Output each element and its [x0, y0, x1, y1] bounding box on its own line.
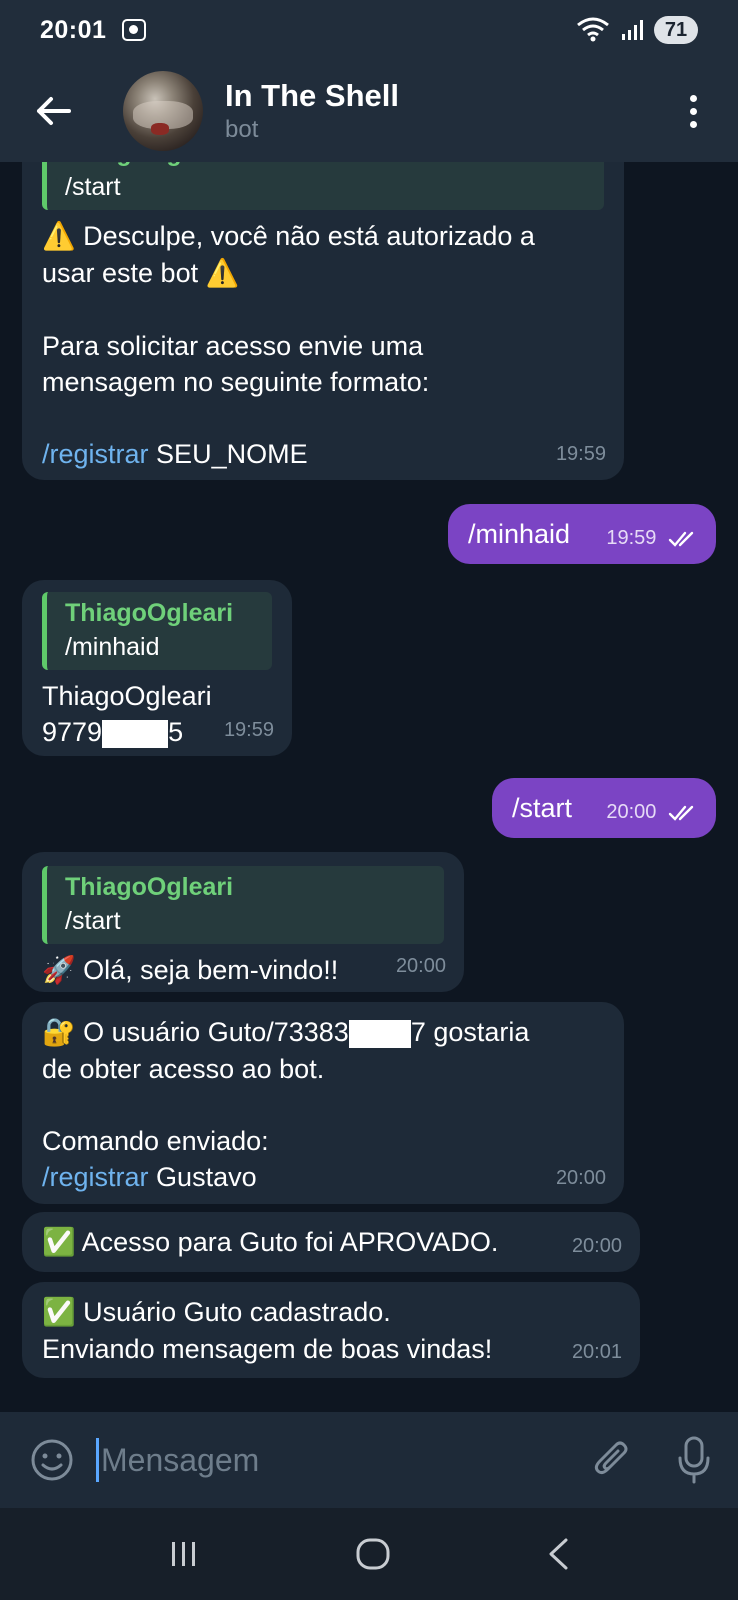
- command-link[interactable]: /registrar: [42, 1162, 149, 1192]
- microphone-icon[interactable]: [676, 1436, 712, 1484]
- reply-author: ThiagoOgleari: [65, 873, 234, 901]
- rocket-icon: 🚀: [42, 955, 76, 986]
- warning-icon: ⚠️: [205, 258, 240, 289]
- message-text: usar este bot: [42, 258, 199, 288]
- chat-subtitle: bot: [225, 116, 259, 143]
- battery-indicator: 71: [654, 16, 698, 44]
- redaction-block: [348, 1019, 411, 1048]
- message-bubble[interactable]: ThiagoOgleari /start 🚀 Olá, seja bem-vin…: [22, 852, 464, 992]
- message-time: 20:00: [571, 1235, 622, 1257]
- message-input[interactable]: Mensagem: [101, 1442, 259, 1479]
- message-text: SEU_NOME: [156, 439, 308, 469]
- status-right: 71: [576, 16, 698, 44]
- input-actions: [592, 1436, 712, 1484]
- message-text: Comando enviado:: [42, 1126, 269, 1156]
- message-time: 19:59: [223, 719, 274, 741]
- message-text: 5: [168, 717, 184, 747]
- smiley-icon[interactable]: [30, 1438, 74, 1482]
- text-cursor: [96, 1438, 99, 1482]
- message-text: 7 gostaria: [410, 1017, 530, 1047]
- home-icon[interactable]: [355, 1537, 391, 1571]
- lock-key-icon: 🔐: [42, 1017, 76, 1048]
- message-time: 19:59: [606, 520, 698, 556]
- reply-author: ThiagoOgleari: [65, 599, 234, 627]
- message-input-bar: Mensagem: [0, 1412, 738, 1508]
- message-text: Enviando mensagem de boas vindas!: [42, 1334, 493, 1364]
- arrow-left-icon: [37, 97, 71, 125]
- reply-quote[interactable]: ThiagoOgleari /minhaid: [42, 592, 272, 670]
- reply-text: /start: [65, 907, 121, 935]
- message-text: de obter acesso ao bot.: [42, 1054, 325, 1084]
- message-text: 9779: [42, 717, 103, 747]
- reply-quote[interactable]: ThiagoOgleari /start: [42, 162, 604, 210]
- message-text: ThiagoOgleari: [42, 681, 212, 711]
- chat-header: In The Shell bot: [0, 60, 738, 162]
- message-bubble[interactable]: ThiagoOgleari /start ⚠️ Desculpe, você n…: [22, 162, 624, 480]
- message-text: Usuário Guto cadastrado.: [83, 1297, 391, 1327]
- back-button[interactable]: [23, 81, 83, 141]
- signal-icon: [622, 20, 643, 40]
- message-bubble-outgoing[interactable]: /start 20:00: [492, 778, 716, 838]
- redaction-block: [102, 719, 169, 748]
- command-link[interactable]: /registrar: [42, 439, 149, 469]
- message-text: Desculpe, você não está autorizado a: [83, 221, 535, 251]
- message-time: 20:01: [571, 1341, 622, 1363]
- double-check-icon: [668, 805, 694, 821]
- status-bar: 20:01 71: [0, 0, 738, 60]
- more-menu-button[interactable]: [678, 86, 708, 136]
- chat-title: In The Shell: [225, 78, 399, 113]
- message-text: mensagem no seguinte formato:: [42, 367, 430, 397]
- message-time: 20:00: [606, 794, 698, 830]
- check-mark-icon: ✅: [42, 1227, 76, 1258]
- chat-title-block[interactable]: In The Shell bot: [225, 77, 399, 145]
- message-text: /start: [512, 793, 573, 823]
- message-bubble[interactable]: ThiagoOgleari /minhaid ThiagoOgleari 977…: [22, 580, 292, 756]
- reply-author: ThiagoOgleari: [65, 162, 588, 170]
- wifi-icon: [577, 17, 609, 42]
- check-mark-icon: ✅: [42, 1297, 76, 1328]
- message-bubble-outgoing[interactable]: /minhaid 19:59: [448, 504, 716, 564]
- message-time: 19:59: [555, 443, 606, 465]
- message-bubble[interactable]: ✅ Acesso para Guto foi APROVADO. 20:00: [22, 1212, 640, 1272]
- reply-text: /start: [65, 173, 121, 201]
- paperclip-icon[interactable]: [592, 1437, 632, 1483]
- bot-avatar[interactable]: [123, 71, 203, 151]
- warning-icon: ⚠️: [42, 221, 76, 252]
- more-vertical-icon: [689, 94, 697, 102]
- message-bubble[interactable]: 🔐 O usuário Guto/73383 7 gostaria de obte…: [22, 1002, 624, 1204]
- screenshot-icon: [122, 19, 147, 41]
- status-time: 20:01: [40, 15, 107, 44]
- double-check-icon: [668, 531, 694, 547]
- system-nav-bar: [0, 1508, 738, 1600]
- message-text: Para solicitar acesso envie uma: [42, 331, 424, 361]
- message-text: Gustavo: [156, 1162, 257, 1192]
- back-nav-icon[interactable]: [546, 1537, 570, 1571]
- message-text: Olá, seja bem-vindo!!: [83, 955, 339, 985]
- recent-apps-icon[interactable]: [168, 1539, 200, 1569]
- message-bubble[interactable]: ✅ Usuário Guto cadastrado. Enviando mens…: [22, 1282, 640, 1378]
- message-text: O usuário Guto/73383: [83, 1017, 349, 1047]
- message-time: 20:00: [555, 1167, 606, 1189]
- message-list[interactable]: ThiagoOgleari /start ⚠️ Desculpe, você n…: [0, 162, 738, 1412]
- message-time: 20:00: [395, 955, 446, 977]
- reply-text: /minhaid: [65, 633, 160, 661]
- message-text: Acesso para Guto foi APROVADO.: [81, 1227, 499, 1257]
- message-text: /minhaid: [468, 519, 571, 549]
- reply-quote[interactable]: ThiagoOgleari /start: [42, 866, 444, 944]
